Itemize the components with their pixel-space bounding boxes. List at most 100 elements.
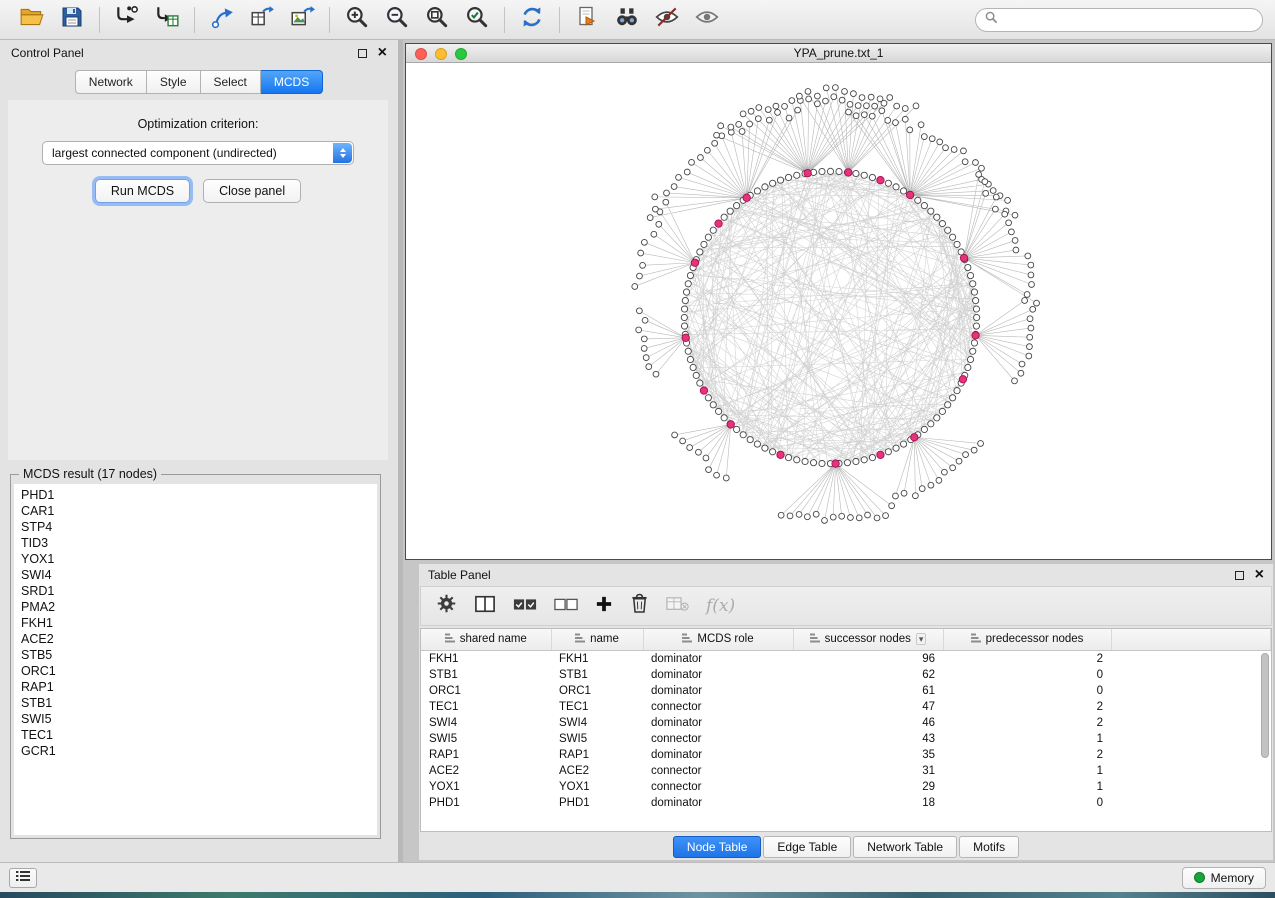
- table-cell: 0: [943, 683, 1111, 699]
- mcds-result-item[interactable]: CAR1: [21, 503, 377, 519]
- column-header-name[interactable]: name: [551, 629, 643, 650]
- create-column-button[interactable]: [595, 595, 613, 618]
- show-columns-button[interactable]: [474, 594, 496, 619]
- mcds-result-item[interactable]: SWI5: [21, 711, 377, 727]
- table-cell: 46: [793, 715, 943, 731]
- column-header-successor-nodes[interactable]: successor nodes▾: [793, 629, 943, 650]
- zoom-fit-button[interactable]: [417, 4, 457, 36]
- zoom-out-button[interactable]: [377, 4, 417, 36]
- table-cell: YOX1: [551, 779, 643, 795]
- mcds-result-list[interactable]: PHD1CAR1STP4TID3YOX1SWI4SRD1PMA2FKH1ACE2…: [14, 484, 377, 835]
- float-panel-icon[interactable]: [1235, 571, 1244, 580]
- table-cell: STB1: [551, 667, 643, 683]
- mcds-result-item[interactable]: STB1: [21, 695, 377, 711]
- maximize-window-icon[interactable]: [455, 48, 467, 60]
- mcds-result-item[interactable]: RAP1: [21, 679, 377, 695]
- table-row[interactable]: RAP1RAP1dominator352: [421, 747, 1271, 763]
- close-window-icon[interactable]: [415, 48, 427, 60]
- search-box[interactable]: [975, 8, 1263, 32]
- table-row[interactable]: STB1STB1dominator620: [421, 667, 1271, 683]
- table-header-row: shared namenameMCDS rolesuccessor nodes▾…: [421, 629, 1271, 650]
- mcds-result-item[interactable]: ORC1: [21, 663, 377, 679]
- first-neighbors-button[interactable]: [607, 4, 647, 36]
- save-button[interactable]: [52, 4, 92, 36]
- table-cell: connector: [643, 731, 793, 747]
- table-cell: connector: [643, 763, 793, 779]
- table-cell: dominator: [643, 667, 793, 683]
- delete-column-button[interactable]: [630, 593, 649, 619]
- mcds-result-item[interactable]: STP4: [21, 519, 377, 535]
- import-network-button[interactable]: [107, 4, 147, 36]
- network-view[interactable]: [406, 63, 1271, 559]
- table-row[interactable]: SWI4SWI4dominator462: [421, 715, 1271, 731]
- hide-selected-button[interactable]: [647, 4, 687, 36]
- table-cell: 2: [943, 747, 1111, 763]
- column-header-predecessor-nodes[interactable]: predecessor nodes: [943, 629, 1111, 650]
- tab-style[interactable]: Style: [147, 70, 201, 94]
- table-cell: STB1: [421, 667, 551, 683]
- mcds-result-item[interactable]: GCR1: [21, 743, 377, 759]
- criterion-select[interactable]: largest connected component (undirected): [42, 141, 354, 165]
- network-graph[interactable]: [406, 63, 1271, 559]
- mcds-result-item[interactable]: TEC1: [21, 727, 377, 743]
- close-panel-icon[interactable]: ×: [1255, 569, 1264, 581]
- mcds-result-item[interactable]: SRD1: [21, 583, 377, 599]
- mcds-result-item[interactable]: PHD1: [21, 487, 377, 503]
- export-image-button[interactable]: [282, 4, 322, 36]
- table-scrollbar[interactable]: [1261, 653, 1269, 813]
- tab-node-table[interactable]: Node Table: [673, 836, 762, 858]
- select-all-button[interactable]: [513, 596, 537, 617]
- tab-edge-table[interactable]: Edge Table: [763, 836, 851, 858]
- show-all-button[interactable]: [687, 4, 727, 36]
- task-history-button[interactable]: [9, 868, 37, 888]
- table-row[interactable]: ACE2ACE2connector311: [421, 763, 1271, 779]
- mcds-result-item[interactable]: YOX1: [21, 551, 377, 567]
- mcds-result-item[interactable]: ACE2: [21, 631, 377, 647]
- memory-button[interactable]: Memory: [1182, 867, 1266, 889]
- refresh-button[interactable]: [512, 4, 552, 36]
- copy-style-button[interactable]: [567, 4, 607, 36]
- open-file-button[interactable]: [12, 4, 52, 36]
- document-share-icon: [575, 5, 599, 34]
- column-header-MCDS-role[interactable]: MCDS role: [643, 629, 793, 650]
- minimize-window-icon[interactable]: [435, 48, 447, 60]
- tab-mcds[interactable]: MCDS: [261, 70, 323, 94]
- table-row[interactable]: TEC1TEC1connector472: [421, 699, 1271, 715]
- deselect-all-button[interactable]: [554, 596, 578, 617]
- tab-motifs[interactable]: Motifs: [959, 836, 1019, 858]
- export-table-button[interactable]: [242, 4, 282, 36]
- run-mcds-button[interactable]: Run MCDS: [95, 179, 190, 203]
- column-header-shared-name[interactable]: shared name: [421, 629, 551, 650]
- table-settings-button[interactable]: [436, 593, 457, 619]
- network-window: YPA_prune.txt_1: [405, 43, 1272, 560]
- table-cell: SWI4: [421, 715, 551, 731]
- export-network-button[interactable]: [202, 4, 242, 36]
- mcds-panel: Optimization criterion: largest connecte…: [8, 100, 388, 460]
- close-panel-button[interactable]: Close panel: [203, 179, 301, 203]
- gear-icon: [436, 593, 457, 619]
- zoom-in-button[interactable]: [337, 4, 377, 36]
- tab-network-table[interactable]: Network Table: [853, 836, 957, 858]
- table-row[interactable]: YOX1YOX1connector291: [421, 779, 1271, 795]
- table-cell: 2: [943, 715, 1111, 731]
- network-window-titlebar[interactable]: YPA_prune.txt_1: [406, 44, 1271, 63]
- scrollbar-thumb[interactable]: [1261, 653, 1269, 758]
- table-row[interactable]: PHD1PHD1dominator180: [421, 795, 1271, 811]
- mcds-result-item[interactable]: TID3: [21, 535, 377, 551]
- float-panel-icon[interactable]: [358, 49, 367, 58]
- tab-select[interactable]: Select: [201, 70, 261, 94]
- table-cell: 1: [943, 779, 1111, 795]
- table-row[interactable]: FKH1FKH1dominator962: [421, 650, 1271, 667]
- mcds-result-item[interactable]: STB5: [21, 647, 377, 663]
- zoom-selected-button[interactable]: [457, 4, 497, 36]
- mcds-result-item[interactable]: SWI4: [21, 567, 377, 583]
- mcds-result-item[interactable]: FKH1: [21, 615, 377, 631]
- close-panel-icon[interactable]: ×: [378, 47, 387, 59]
- import-table-button[interactable]: [147, 4, 187, 36]
- tab-network[interactable]: Network: [75, 70, 147, 94]
- table-row[interactable]: ORC1ORC1dominator610: [421, 683, 1271, 699]
- chevron-down-icon[interactable]: ▾: [916, 633, 927, 645]
- table-row[interactable]: SWI5SWI5connector431: [421, 731, 1271, 747]
- mcds-result-item[interactable]: PMA2: [21, 599, 377, 615]
- search-input[interactable]: [1004, 13, 1253, 27]
